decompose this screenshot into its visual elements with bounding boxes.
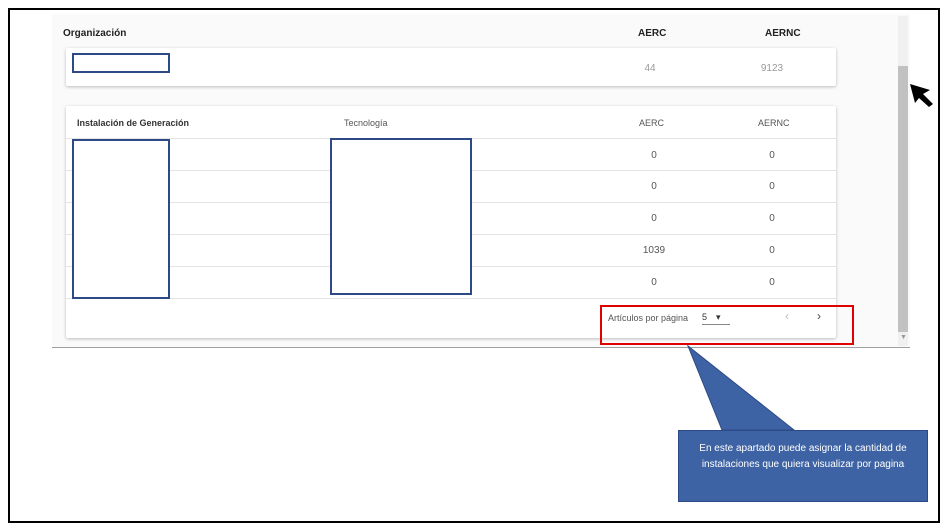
callout-text: En este apartado puede asignar la cantid…	[699, 443, 907, 470]
callout-pointer	[686, 344, 796, 431]
mouse-cursor-icon	[910, 84, 933, 107]
callout-box: En este apartado puede asignar la cantid…	[678, 430, 928, 502]
